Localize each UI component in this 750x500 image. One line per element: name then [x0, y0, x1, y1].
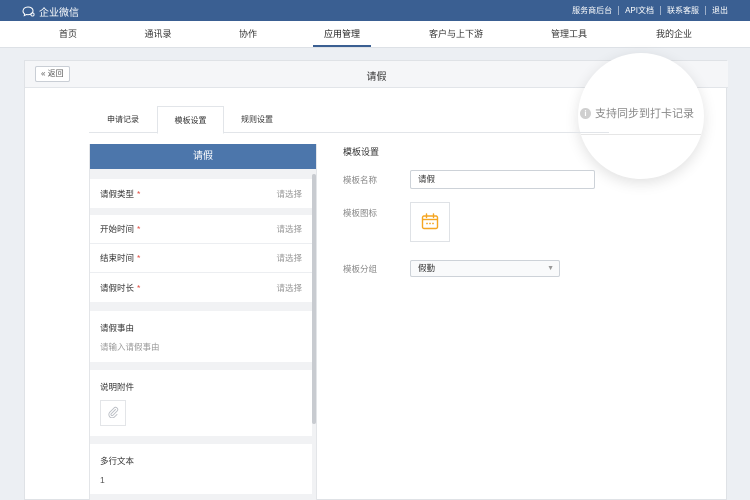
tab-bar: 申请记录 模板设置 规则设置: [89, 106, 609, 134]
preview-scrollbar[interactable]: [312, 174, 316, 424]
preview-field-group: 开始时间 * 请选择 结束时间 * 请选择 请假时长 * 请选择: [90, 215, 312, 302]
field-placeholder: 请输入请假事由: [100, 342, 160, 352]
preview-field-group: 请假类型 * 请选择: [90, 179, 312, 208]
divider: [705, 6, 706, 15]
field-label: 请假类型: [100, 188, 135, 199]
preview-field-attachment[interactable]: 说明附件: [90, 370, 312, 436]
field-label: 多行文本: [100, 456, 135, 466]
tab-template-settings[interactable]: 模板设置: [157, 106, 224, 134]
form-preview: 请假 请假类型 * 请选择 开始时间 * 请选择 结束时间 * 请选择 请假时长 * 请…: [89, 144, 317, 500]
field-label: 请假事由: [100, 323, 135, 333]
template-icon-picker[interactable]: [410, 202, 450, 242]
tab-rule-settings[interactable]: 规则设置: [229, 106, 285, 133]
field-placeholder: 请选择: [276, 282, 302, 293]
link-api-docs[interactable]: API文档: [625, 5, 654, 16]
calendar-icon: [421, 212, 439, 232]
field-label: 结束时间: [100, 253, 135, 263]
brand-logo[interactable]: 企业微信: [22, 4, 79, 19]
field-value: 1: [100, 475, 105, 485]
brand-name: 企业微信: [39, 8, 79, 19]
template-icon-label: 模板图标: [343, 208, 378, 218]
link-logout[interactable]: 退出: [712, 5, 728, 16]
sync-label: 支持同步到打卡记录: [595, 108, 694, 120]
preview-field-leave-type[interactable]: 请假类型 * 请选择: [90, 179, 312, 208]
content-panel: « 返回 请假 i 支持同步到打卡记录 申请记录 模板设置 规则设置 请假 请假…: [24, 53, 728, 500]
nav-item-app-management[interactable]: 应用管理: [313, 21, 371, 47]
preview-field-reason[interactable]: 请假事由 请输入请假事由: [90, 311, 312, 362]
select-value: 假勤: [418, 263, 436, 273]
nav-item-home[interactable]: 首页: [48, 21, 88, 47]
field-label: 请假时长: [100, 282, 135, 293]
divider: [581, 134, 701, 135]
field-placeholder: 请选择: [276, 188, 302, 199]
preview-field-start-time[interactable]: 开始时间 * 请选择: [90, 215, 312, 244]
nav-item-my-company[interactable]: 我的企业: [645, 21, 703, 47]
preview-field-end-time[interactable]: 结束时间 * 请选择: [90, 244, 312, 273]
link-contact-support[interactable]: 联系客服: [667, 5, 699, 16]
tab-application-records[interactable]: 申请记录: [95, 106, 151, 133]
required-mark: *: [137, 282, 141, 293]
chevron-down-icon: ▼: [547, 265, 554, 272]
nav-item-contacts[interactable]: 通讯录: [133, 21, 183, 47]
preview-title: 请假: [90, 144, 316, 169]
field-label: 说明附件: [100, 382, 135, 392]
nav-item-admin-tools[interactable]: 管理工具: [540, 21, 598, 47]
template-name-input[interactable]: 请假: [410, 170, 595, 189]
template-name-label: 模板名称: [343, 175, 378, 185]
paperclip-icon: [107, 406, 119, 420]
link-provider-console[interactable]: 服务商后台: [572, 5, 612, 16]
divider: [618, 6, 620, 15]
preview-field-multiline-text[interactable]: 多行文本 1: [90, 444, 312, 494]
required-mark: *: [137, 188, 141, 199]
preview-field-duration[interactable]: 请假时长 * 请选择: [90, 273, 312, 302]
field-placeholder: 请选择: [276, 224, 302, 234]
nav-item-collaboration[interactable]: 协作: [228, 21, 268, 47]
required-mark: *: [137, 224, 141, 234]
divider: [660, 6, 661, 15]
wecom-logo-icon: [22, 6, 35, 17]
field-label: 开始时间: [100, 224, 135, 234]
top-bar: 企业微信 服务商后台 API文档 联系客服 退出: [0, 0, 750, 21]
settings-title: 模板设置: [343, 147, 380, 157]
main-nav: 首页 通讯录 协作 应用管理 客户与上下游 管理工具 我的企业: [0, 21, 750, 48]
nav-item-customers-partners[interactable]: 客户与上下游: [418, 21, 494, 47]
required-mark: *: [137, 253, 141, 263]
top-links: 服务商后台 API文档 联系客服 退出: [572, 5, 728, 16]
field-placeholder: 请选择: [276, 253, 302, 263]
template-group-label: 模板分组: [343, 264, 378, 274]
attachment-placeholder: [100, 400, 126, 426]
template-group-select[interactable]: 假勤 ▼: [410, 260, 560, 277]
